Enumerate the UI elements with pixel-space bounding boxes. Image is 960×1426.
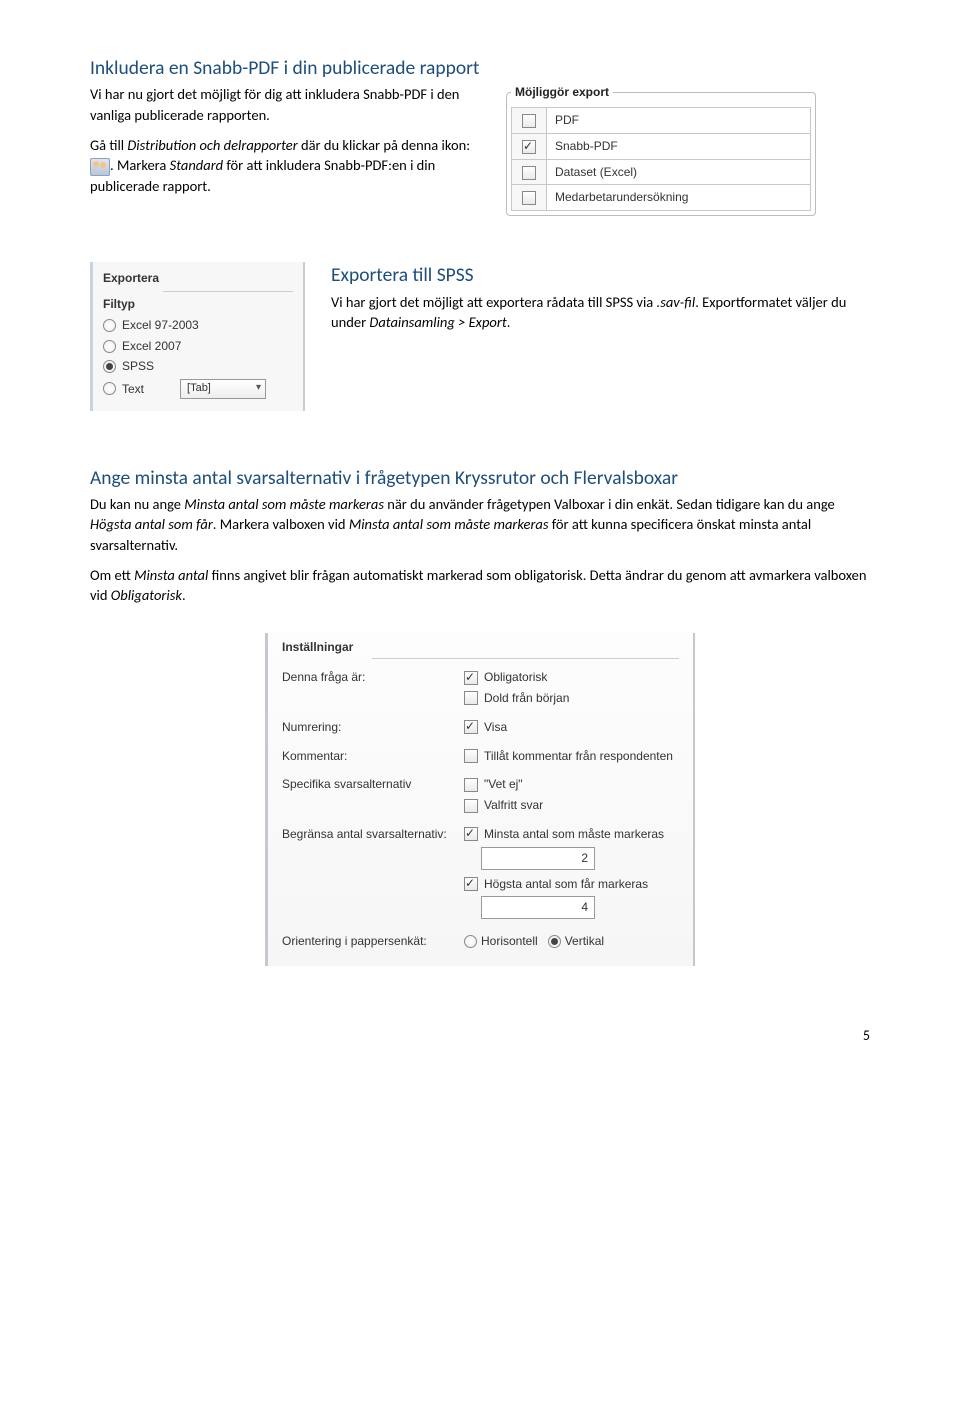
checkbox-checked-icon[interactable] — [464, 720, 478, 734]
radio-icon[interactable] — [103, 382, 116, 395]
radio-spss[interactable]: SPSS — [103, 356, 293, 377]
opt-label: Horisontell — [481, 933, 538, 950]
checkbox-icon[interactable] — [464, 799, 478, 813]
text-italic: Högsta antal som får — [90, 515, 213, 533]
export-label: PDF — [547, 108, 811, 134]
radio-label: Text — [122, 381, 144, 398]
export-options-box: Möjliggör export PDF Snabb-PDF Dataset (… — [506, 84, 816, 216]
opt-vetej[interactable]: "Vet ej" — [464, 776, 679, 793]
checkbox-checked-icon[interactable] — [464, 827, 478, 841]
radio-icon[interactable] — [103, 319, 116, 332]
label-comment: Kommentar: — [282, 748, 452, 765]
delrapporter-icon — [90, 158, 110, 176]
checkbox-icon[interactable] — [464, 778, 478, 792]
minsta-input[interactable]: 2 — [481, 847, 595, 870]
opt-valfritt[interactable]: Valfritt svar — [464, 797, 679, 814]
checkbox-icon[interactable] — [522, 166, 536, 180]
export-row-dataset[interactable]: Dataset (Excel) — [512, 159, 811, 185]
checkbox-checked-icon[interactable] — [464, 877, 478, 891]
text-italic: Obligatorisk — [111, 586, 182, 604]
text: . Markera — [110, 156, 170, 174]
opt-tillat-kommentar[interactable]: Tillåt kommentar från respondenten — [464, 748, 679, 765]
text: där du klickar på denna ikon: — [298, 136, 470, 154]
filetype-label: Filtyp — [103, 296, 293, 313]
opt-label: Tillåt kommentar från respondenten — [484, 748, 673, 765]
text-italic: Distribution och delrapporter — [127, 136, 297, 154]
label-limit: Begränsa antal svarsalternativ: — [282, 826, 452, 843]
opt-label: Visa — [484, 719, 507, 736]
radio-excel2007[interactable]: Excel 2007 — [103, 336, 293, 357]
opt-hogsta[interactable]: Högsta antal som får markeras — [464, 876, 679, 893]
text: Om ett — [90, 566, 134, 584]
export-label: Snabb-PDF — [547, 133, 811, 159]
checkbox-icon[interactable] — [464, 691, 478, 705]
text-italic: Minsta antal som måste markeras — [349, 515, 549, 533]
radio-label: Excel 2007 — [122, 338, 181, 355]
section2-paragraph: Vi har gjort det möjligt att exportera r… — [331, 292, 870, 333]
label-numbering: Numrering: — [282, 719, 452, 736]
opt-label: "Vet ej" — [484, 776, 523, 793]
radio-label: SPSS — [122, 358, 154, 375]
label-specific: Specifika svarsalternativ — [282, 776, 452, 793]
text: . Markera valboxen vid — [213, 515, 349, 533]
radio-label: Excel 97-2003 — [122, 317, 199, 334]
label-question: Denna fråga är: — [282, 669, 452, 686]
export-row-pdf[interactable]: PDF — [512, 108, 811, 134]
radio-icon[interactable] — [464, 935, 477, 948]
text-italic: Minsta antal — [134, 566, 208, 584]
opt-minsta[interactable]: Minsta antal som måste markeras — [464, 826, 679, 843]
text-italic: Minsta antal som måste markeras — [184, 495, 384, 513]
section-heading-1: Inkludera en Snabb-PDF i din publicerade… — [90, 55, 870, 82]
section1-paragraph2: Gå till Distribution och delrapporter dä… — [90, 135, 480, 196]
checkbox-checked-icon[interactable] — [522, 140, 536, 154]
radio-vertikal[interactable]: Vertikal — [548, 933, 604, 950]
checkbox-icon[interactable] — [464, 749, 478, 763]
text-italic: Datainsamling > Export — [369, 313, 506, 331]
text: . — [182, 586, 186, 604]
text: Du kan nu ange — [90, 495, 184, 513]
opt-label: Obligatorisk — [484, 669, 547, 686]
text-italic: Standard — [170, 156, 223, 174]
section3-paragraph2: Om ett Minsta antal finns angivet blir f… — [90, 565, 870, 606]
settings-heading: Inställningar — [282, 639, 679, 656]
text: Vi har gjort det möjligt att exportera r… — [331, 293, 657, 311]
text-italic: .sav-fil — [657, 293, 696, 311]
export-legend: Möjliggör export — [511, 84, 613, 101]
section-heading-2: Exportera till SPSS — [331, 262, 870, 289]
export-label: Dataset (Excel) — [547, 159, 811, 185]
export-row-snabbpdf[interactable]: Snabb-PDF — [512, 133, 811, 159]
section3-paragraph1: Du kan nu ange Minsta antal som måste ma… — [90, 494, 870, 555]
settings-panel: Inställningar Denna fråga är: Obligatori… — [265, 633, 695, 966]
label-orientation: Orientering i pappersenkät: — [282, 933, 452, 950]
tab-dropdown[interactable]: [Tab] — [180, 379, 266, 398]
radio-excel97[interactable]: Excel 97-2003 — [103, 315, 293, 336]
radio-icon[interactable] — [103, 340, 116, 353]
radio-horisontell[interactable]: Horisontell — [464, 933, 538, 950]
opt-label: Minsta antal som måste markeras — [484, 826, 664, 843]
opt-dold[interactable]: Dold från början — [464, 690, 679, 707]
radio-selected-icon[interactable] — [548, 935, 561, 948]
section-heading-3: Ange minsta antal svarsalternativ i fråg… — [90, 465, 870, 492]
opt-label: Högsta antal som får markeras — [484, 876, 648, 893]
opt-label: Vertikal — [565, 933, 604, 950]
text: när du använder frågetypen Valboxar i di… — [384, 495, 835, 513]
section1-paragraph1: Vi har nu gjort det möjligt för dig att … — [90, 84, 480, 125]
hogsta-input[interactable]: 4 — [481, 896, 595, 919]
opt-obligatorisk[interactable]: Obligatorisk — [464, 669, 679, 686]
radio-text[interactable]: Text [Tab] — [103, 377, 293, 400]
opt-label: Dold från början — [484, 690, 569, 707]
exportera-title: Exportera — [103, 270, 293, 287]
text: . — [507, 313, 511, 331]
checkbox-checked-icon[interactable] — [464, 671, 478, 685]
exportera-panel: Exportera Filtyp Excel 97-2003 Excel 200… — [90, 262, 305, 410]
text: Gå till — [90, 136, 127, 154]
opt-visa[interactable]: Visa — [464, 719, 679, 736]
checkbox-icon[interactable] — [522, 191, 536, 205]
export-row-medarbetar[interactable]: Medarbetarundersökning — [512, 185, 811, 211]
opt-label: Valfritt svar — [484, 797, 543, 814]
radio-selected-icon[interactable] — [103, 360, 116, 373]
page-number: 5 — [90, 1026, 870, 1046]
checkbox-icon[interactable] — [522, 114, 536, 128]
export-label: Medarbetarundersökning — [547, 185, 811, 211]
